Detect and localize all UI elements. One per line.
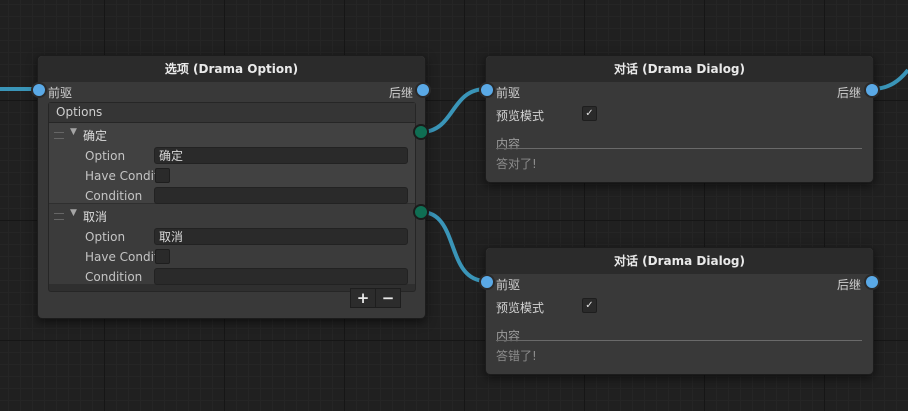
content-label: 内容 [496,329,521,343]
dialog-in-port[interactable] [479,82,495,98]
edge-option-cancel [420,210,487,283]
list-item: ▼ 取消 Option 取消 Have Condit Condition [49,204,415,285]
dialog-node-title: 对话 (Drama Dialog) [486,248,873,274]
have-condition-checkbox[interactable] [155,249,170,264]
remove-item-button[interactable]: − [375,288,401,308]
item-name: 确定 [83,129,108,143]
content-text[interactable]: 答错了! [496,347,537,364]
option-in-port[interactable] [31,82,47,98]
foldout-arrow-icon[interactable]: ▼ [70,127,77,137]
condition-label: Condition [85,270,143,284]
option-node-title: 选项 (Drama Option) [38,56,425,82]
foldout-arrow-icon[interactable]: ▼ [70,208,77,218]
content-divider [496,340,862,341]
list-item: ▼ 确定 Option 确定 Have Condit Condition [49,123,415,204]
option-label: Option [85,230,126,244]
add-item-button[interactable]: + [350,288,376,308]
drag-handle-icon[interactable] [54,132,64,139]
dialog-node-wrong[interactable]: 对话 (Drama Dialog) 前驱 后继 预览模式 ✓ 内容 答错了! [485,247,874,375]
preview-mode-label: 预览模式 [496,301,545,315]
dialog-out-port[interactable] [864,274,880,290]
options-list-header: Options [49,103,415,123]
preview-mode-label: 预览模式 [496,109,545,123]
have-condition-label: Have Condit [85,250,159,264]
dialog-in-port[interactable] [479,274,495,290]
content-label: 内容 [496,137,521,151]
condition-label: Condition [85,189,143,203]
options-list: Options ▼ 确定 Option 确定 Have Condit Condi… [48,102,416,292]
dialog-out-port-label: 后继 [836,86,861,100]
option-in-port-label: 前驱 [48,86,73,100]
option-label: Option [85,149,126,163]
dialog-in-port-label: 前驱 [496,278,521,292]
condition-field[interactable] [154,268,408,285]
preview-mode-checkbox[interactable]: ✓ [582,298,597,313]
content-divider [496,148,862,149]
dialog-out-port-label: 后继 [836,278,861,292]
option-field[interactable]: 确定 [154,147,408,164]
option-cancel-port[interactable] [413,204,429,220]
dialog-node-title: 对话 (Drama Dialog) [486,56,873,82]
option-node[interactable]: 选项 (Drama Option) 前驱 后继 Options ▼ 确定 Opt… [37,55,426,319]
dialog-node-correct[interactable]: 对话 (Drama Dialog) 前驱 后继 预览模式 ✓ 内容 答对了! [485,55,874,183]
drag-handle-icon[interactable] [54,213,64,220]
edge-option-confirm [420,87,487,134]
item-name: 取消 [83,210,108,224]
option-field[interactable]: 取消 [154,228,408,245]
dialog-out-port[interactable] [864,82,880,98]
preview-mode-checkbox[interactable]: ✓ [582,106,597,121]
content-text[interactable]: 答对了! [496,155,537,172]
have-condition-checkbox[interactable] [155,168,170,183]
option-confirm-port[interactable] [413,124,429,140]
option-out-port[interactable] [415,82,431,98]
condition-field[interactable] [154,187,408,204]
dialog-in-port-label: 前驱 [496,86,521,100]
have-condition-label: Have Condit [85,169,159,183]
option-out-port-label: 后继 [388,86,413,100]
